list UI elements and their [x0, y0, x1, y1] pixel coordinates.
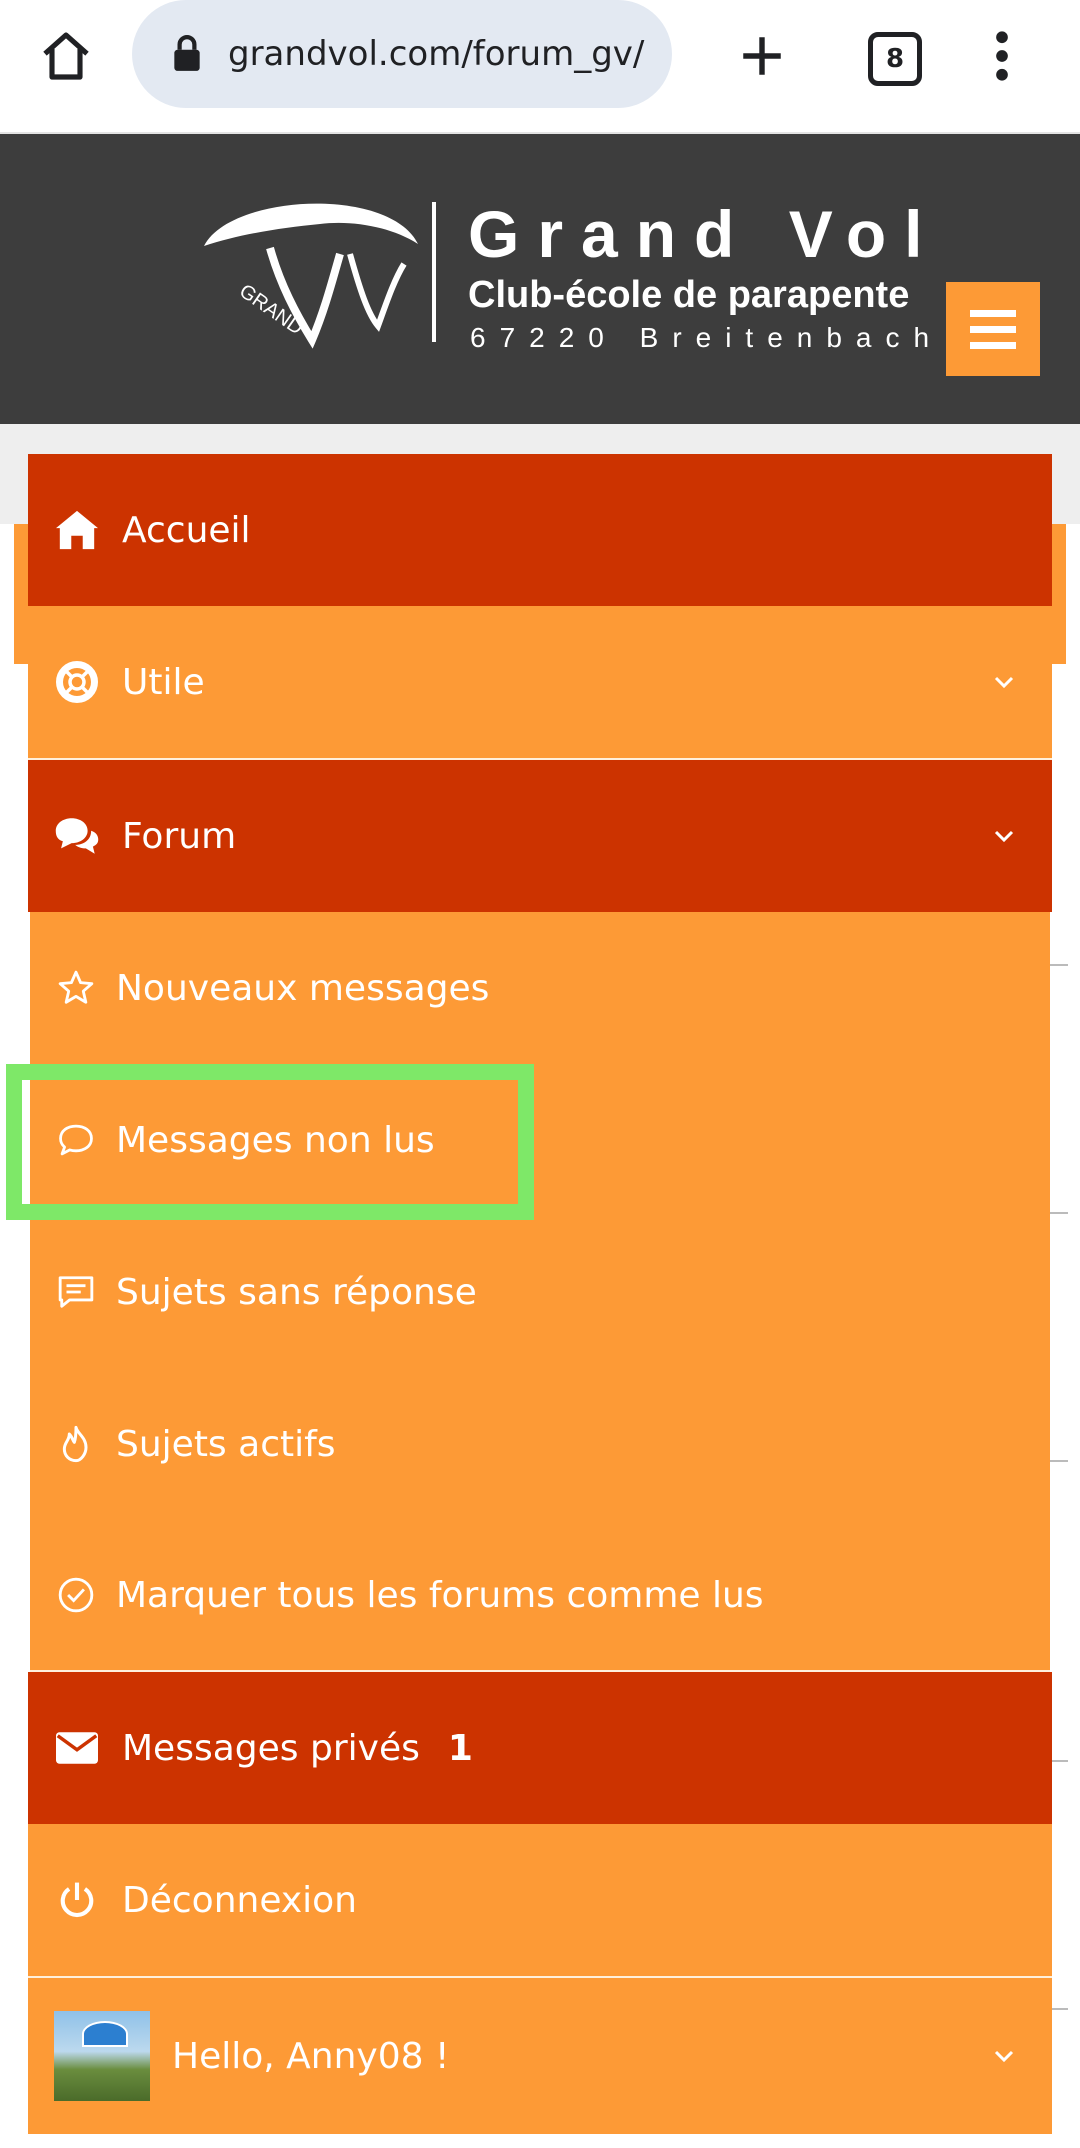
unread-count-badge: 1 [447, 1727, 473, 1769]
logo-address: 67220 Breitenbach [470, 322, 944, 353]
logo-subtitle: Club-école de parapente [468, 274, 910, 316]
tab-switcher-button[interactable]: 8 [868, 32, 922, 86]
lock-icon [170, 34, 204, 74]
power-icon [54, 1877, 100, 1923]
user-greeting: Hello, Anny08 ! [172, 2035, 450, 2077]
menu-item-label: Messages privés [122, 1727, 420, 1769]
forum-submenu: Nouveaux messages Messages non lus Sujet… [30, 912, 1050, 1672]
submenu-item-label: Marquer tous les forums comme lus [116, 1574, 764, 1616]
site-header: GRAND Grand Vol Club-école de parapente … [0, 134, 1080, 424]
submenu-item-label: Sujets sans réponse [116, 1271, 477, 1313]
logo-divider [432, 202, 436, 342]
menu-item-messages-prives[interactable]: Messages privés 1 [28, 1672, 1052, 1824]
highlight-box [6, 1064, 534, 1220]
menu-item-label: Forum [122, 815, 237, 857]
flame-icon [56, 1424, 96, 1464]
hamburger-menu-button[interactable] [946, 282, 1040, 376]
submenu-item-sujets-sans-reponse[interactable]: Sujets sans réponse [30, 1216, 1050, 1368]
menu-item-label: Déconnexion [122, 1879, 357, 1921]
menu-item-label: Accueil [122, 509, 251, 551]
url-text: grandvol.com/forum_gv/ [228, 34, 645, 74]
star-icon [56, 968, 96, 1008]
menu-item-label: Utile [122, 661, 205, 703]
submenu-item-nouveaux-messages[interactable]: Nouveaux messages [30, 912, 1050, 1064]
envelope-icon [54, 1725, 100, 1771]
life-ring-icon [54, 659, 100, 705]
submenu-item-sujets-actifs[interactable]: Sujets actifs [30, 1368, 1050, 1520]
address-bar[interactable]: grandvol.com/forum_gv/ [132, 0, 672, 108]
menu-item-user-account[interactable]: Hello, Anny08 ! [28, 1978, 1052, 2134]
site-logo[interactable]: GRAND Grand Vol Club-école de parapente … [200, 194, 929, 364]
home-icon[interactable] [36, 26, 96, 86]
chevron-down-icon [992, 2044, 1016, 2068]
menu-item-utile[interactable]: Utile [28, 606, 1052, 760]
check-circle-icon [56, 1575, 96, 1615]
browser-toolbar: grandvol.com/forum_gv/ 8 [0, 0, 1080, 134]
avatar [54, 2011, 150, 2101]
comments-icon [54, 813, 100, 859]
message-lines-icon [56, 1272, 96, 1312]
menu-item-deconnexion[interactable]: Déconnexion [28, 1824, 1052, 1978]
chevron-down-icon [992, 824, 1016, 848]
home-icon [54, 507, 100, 553]
main-nav-menu: Accueil Utile Forum Nouveaux messages Me… [28, 454, 1052, 2134]
new-tab-icon[interactable] [732, 26, 792, 86]
submenu-item-label: Sujets actifs [116, 1423, 336, 1465]
paraglider-emblem-icon: GRAND [204, 203, 418, 349]
logo-title: Grand Vol [468, 197, 941, 271]
submenu-item-marquer-tous-lus[interactable]: Marquer tous les forums comme lus [30, 1520, 1050, 1672]
menu-item-forum[interactable]: Forum [28, 760, 1052, 912]
chevron-down-icon [992, 670, 1016, 694]
menu-item-accueil[interactable]: Accueil [28, 454, 1052, 606]
more-options-icon[interactable] [982, 26, 1022, 86]
submenu-item-label: Nouveaux messages [116, 967, 490, 1009]
